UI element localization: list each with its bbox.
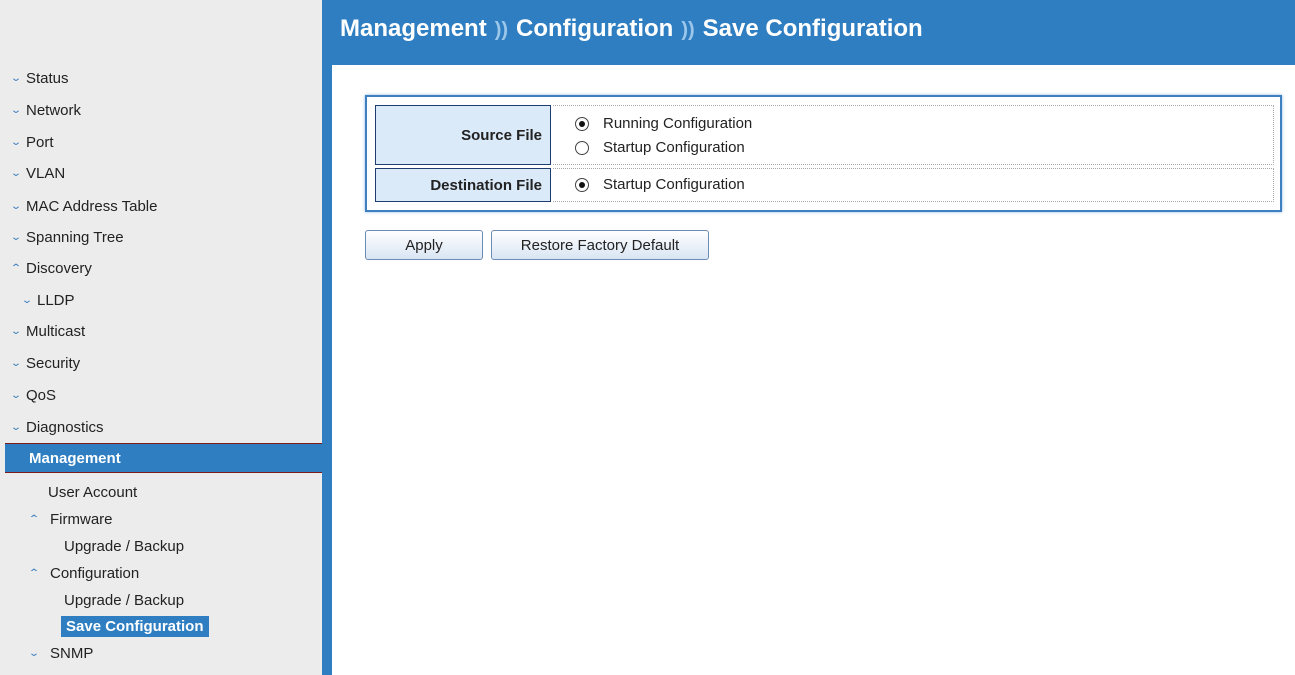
apply-button[interactable]: Apply — [365, 230, 483, 260]
restore-factory-default-button[interactable]: Restore Factory Default — [491, 230, 709, 260]
chevron-down-icon: ⌄ — [10, 72, 22, 84]
sidebar-item-label: VLAN — [26, 164, 66, 182]
sidebar-item-label: Upgrade / Backup — [64, 537, 185, 555]
chevron-down-icon: ⌄ — [28, 647, 40, 659]
source-running-config-radio[interactable]: Running Configuration — [575, 115, 752, 132]
radio-checked-icon — [575, 116, 589, 131]
sidebar-divider — [322, 0, 332, 675]
sidebar-item-label: User Account — [48, 483, 138, 501]
chevron-down-icon: ⌄ — [10, 389, 22, 401]
sidebar-item-label: LLDP — [37, 291, 75, 309]
sidebar-item-user-account[interactable]: User Account — [48, 479, 137, 505]
breadcrumb-item-management[interactable]: Management — [340, 15, 487, 42]
source-file-label: Source File — [375, 105, 551, 165]
chevron-down-icon: ⌄ — [10, 200, 22, 212]
sidebar-item-label: Firmware — [50, 510, 113, 528]
sidebar-item-configuration[interactable]: ⌃ Configuration — [24, 560, 139, 586]
sidebar-item-network[interactable]: ⌄ Network — [6, 97, 81, 123]
sidebar-item-label: MAC Address Table — [26, 197, 158, 215]
sidebar-item-spanning-tree[interactable]: ⌄ Spanning Tree — [6, 224, 124, 250]
save-config-form: Source File Running Configuration Startu… — [365, 95, 1282, 212]
destination-startup-config-radio[interactable]: Startup Configuration — [575, 176, 745, 193]
sidebar-item-label: Management — [29, 449, 121, 467]
sidebar-item-security[interactable]: ⌄ Security — [6, 350, 80, 376]
radio-label: Running Configuration — [603, 115, 753, 132]
page-header: Management)) Configuration)) Save Configur… — [322, 0, 1295, 65]
sidebar-item-label: Network — [26, 101, 82, 119]
sidebar-item-label: Multicast — [26, 322, 86, 340]
radio-checked-icon — [575, 177, 589, 192]
sidebar-item-qos[interactable]: ⌄ QoS — [6, 382, 56, 408]
source-startup-config-radio[interactable]: Startup Configuration — [575, 139, 745, 156]
radio-label: Startup Configuration — [603, 176, 745, 193]
chevron-down-icon: ⌄ — [10, 357, 22, 369]
chevron-down-icon: ⌄ — [10, 104, 22, 116]
sidebar-item-multicast[interactable]: ⌄ Multicast — [6, 318, 85, 344]
sidebar-item-firmware-upgrade-backup[interactable]: Upgrade / Backup — [64, 533, 184, 559]
sidebar-item-diagnostics[interactable]: ⌄ Diagnostics — [6, 414, 104, 440]
chevron-up-icon: ⌃ — [10, 262, 22, 274]
source-file-options: Running Configuration Startup Configurat… — [553, 105, 1274, 165]
sidebar-item-label: Configuration — [50, 564, 140, 582]
chevron-down-icon: ⌄ — [10, 136, 22, 148]
sidebar-item-management[interactable]: Management — [5, 443, 322, 473]
sidebar-item-label: Port — [26, 133, 54, 151]
sidebar-item-snmp[interactable]: ⌄ SNMP — [24, 640, 93, 666]
breadcrumb-item-save-configuration: Save Configuration — [702, 15, 923, 42]
chevron-up-icon: ⌃ — [28, 513, 40, 525]
breadcrumb: Management)) Configuration)) Save Configur… — [340, 15, 923, 43]
sidebar-item-label: Save Configuration — [61, 615, 209, 637]
sidebar-item-label: QoS — [26, 386, 57, 404]
sidebar-item-label: SNMP — [50, 644, 94, 662]
sidebar-item-label: Upgrade / Backup — [64, 591, 185, 609]
sidebar-item-label: Status — [26, 69, 69, 87]
sidebar-item-lldp[interactable]: ⌄ LLDP — [17, 287, 75, 313]
destination-file-options: Startup Configuration — [553, 168, 1274, 202]
chevron-down-icon: ⌄ — [10, 325, 22, 337]
chevron-up-icon: ⌃ — [28, 567, 40, 579]
radio-label: Startup Configuration — [603, 139, 745, 156]
destination-file-label: Destination File — [375, 168, 551, 202]
sidebar-item-label: Discovery — [26, 259, 92, 277]
chevron-down-icon: ⌄ — [10, 231, 22, 243]
sidebar-item-discovery[interactable]: ⌃ Discovery — [6, 255, 92, 281]
breadcrumb-separator-icon: )) — [494, 19, 509, 41]
breadcrumb-item-configuration[interactable]: Configuration — [516, 15, 673, 42]
chevron-down-icon: ⌄ — [10, 167, 22, 179]
sidebar-item-mac-address-table[interactable]: ⌄ MAC Address Table — [6, 193, 157, 219]
sidebar-item-label: Diagnostics — [26, 418, 104, 436]
breadcrumb-separator-icon: )) — [681, 19, 695, 41]
sidebar-item-label: Spanning Tree — [26, 228, 124, 246]
sidebar-item-status[interactable]: ⌄ Status — [6, 65, 69, 91]
radio-unchecked-icon — [575, 140, 589, 155]
sidebar-item-configuration-upgrade-backup[interactable]: Upgrade / Backup — [64, 587, 184, 613]
sidebar-item-vlan[interactable]: ⌄ VLAN — [6, 160, 65, 186]
sidebar-item-firmware[interactable]: ⌃ Firmware — [24, 506, 113, 532]
sidebar-item-save-configuration[interactable]: Save Configuration — [61, 613, 209, 639]
sidebar-item-port[interactable]: ⌄ Port — [6, 129, 54, 155]
sidebar: ⌄ Status ⌄ Network ⌄ Port ⌄ VLAN ⌄ MAC A… — [0, 0, 322, 675]
sidebar-item-label: Security — [26, 354, 81, 372]
chevron-down-icon: ⌄ — [10, 421, 22, 433]
chevron-down-icon: ⌄ — [21, 294, 33, 306]
